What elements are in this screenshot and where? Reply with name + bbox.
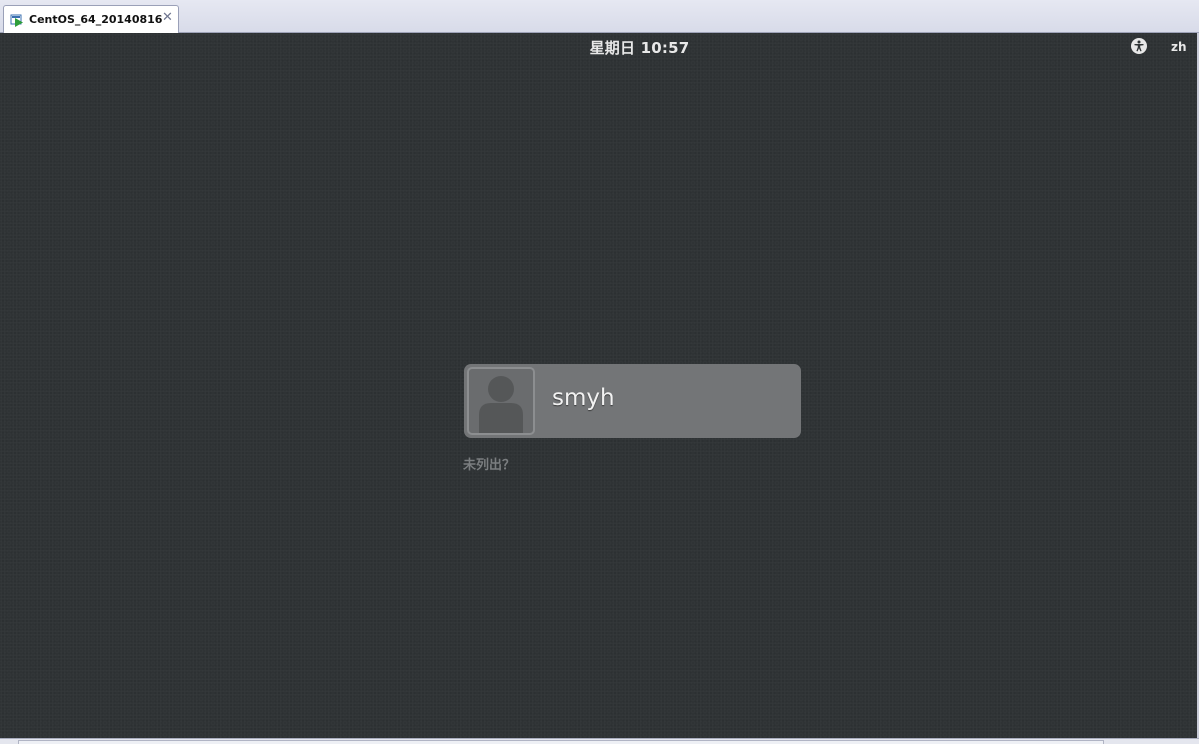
login-screen: 星期日 10:57 zh smyh 未列出？ xyxy=(0,33,1197,738)
username: smyh xyxy=(552,385,615,411)
vm-running-icon xyxy=(10,14,23,27)
vm-tab-title: CentOS_64_20140816 xyxy=(29,13,163,26)
close-icon[interactable]: ✕ xyxy=(162,11,173,25)
user-list-item[interactable]: smyh xyxy=(464,364,801,438)
accessibility-icon[interactable] xyxy=(1131,38,1147,54)
language-indicator[interactable]: zh xyxy=(1171,40,1187,54)
avatar xyxy=(467,367,535,435)
clock[interactable]: 星期日 10:57 xyxy=(0,37,1199,58)
user-avatar-icon xyxy=(479,376,523,433)
horizontal-scrollbar[interactable] xyxy=(18,740,1104,744)
vm-tab[interactable]: CentOS_64_20140816 ✕ xyxy=(3,5,179,33)
not-listed-link[interactable]: 未列出？ xyxy=(463,454,515,473)
vm-tab-bar: CentOS_64_20140816 ✕ xyxy=(0,0,1199,33)
